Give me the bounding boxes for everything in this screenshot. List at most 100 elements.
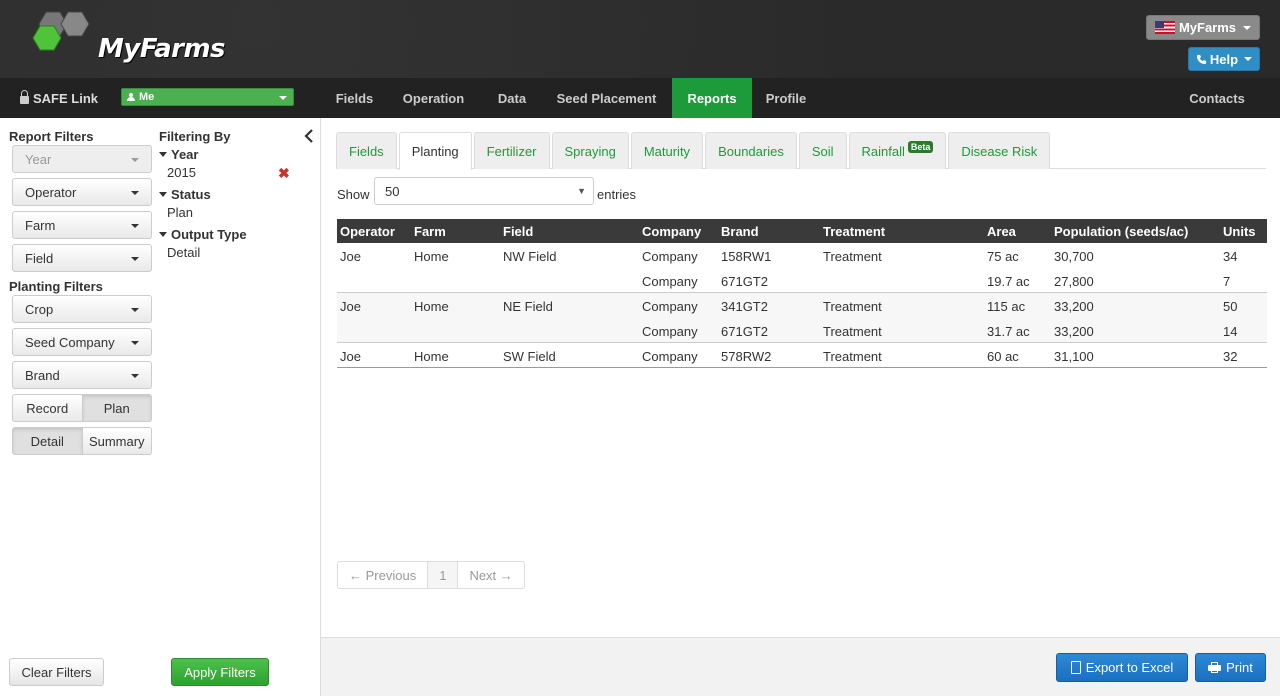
- user-select-label: Me: [139, 91, 155, 103]
- nav-item-profile[interactable]: Profile: [757, 78, 815, 118]
- tab-maturity[interactable]: Maturity: [630, 132, 704, 169]
- cell-units: 7: [1223, 274, 1231, 289]
- safe-link[interactable]: SAFE Link: [20, 78, 98, 118]
- cell-units: 14: [1223, 324, 1238, 339]
- operator-filter-dropdown[interactable]: Operator: [12, 178, 152, 206]
- record-toggle-button[interactable]: Record: [12, 394, 83, 422]
- column-header-population[interactable]: Population (seeds/ac): [1054, 224, 1188, 239]
- cell-population: 33,200: [1054, 324, 1094, 339]
- plan-toggle-button[interactable]: Plan: [82, 394, 152, 422]
- export-button-label: Export to Excel: [1085, 660, 1174, 675]
- column-header-farm[interactable]: Farm: [414, 224, 446, 239]
- print-icon: [1208, 662, 1222, 673]
- tab-spraying[interactable]: Spraying: [551, 132, 629, 169]
- chevron-down-icon: [131, 374, 139, 378]
- cell-company: Company: [642, 324, 698, 339]
- tab-fertilizer[interactable]: Fertilizer: [473, 132, 550, 169]
- page-size-select[interactable]: 50 ▼: [374, 177, 594, 205]
- lock-icon: [20, 89, 29, 104]
- column-header-company[interactable]: Company: [642, 224, 701, 239]
- app-header: MyFarms MyFarms Help: [0, 0, 1280, 78]
- account-dropdown-button[interactable]: MyFarms: [1146, 15, 1260, 40]
- column-header-field[interactable]: Field: [503, 224, 533, 239]
- column-header-area[interactable]: Area: [987, 224, 1016, 239]
- filtering-by-output-type-value: Detail: [167, 245, 201, 260]
- tab-label: Fertilizer: [486, 143, 537, 159]
- year-filter-label: Year: [25, 151, 52, 167]
- filtering-by-status[interactable]: Status: [159, 187, 211, 202]
- table-row-group: Joe Home SW Field Company 578RW2 Treatme…: [337, 343, 1267, 368]
- user-select[interactable]: Me: [121, 88, 294, 106]
- apply-filters-button[interactable]: Apply Filters: [171, 658, 269, 686]
- filter-sidebar: Report Filters Year Operator Farm Field …: [0, 118, 320, 696]
- tab-boundaries[interactable]: Boundaries: [705, 132, 797, 169]
- cell-company: Company: [642, 249, 698, 264]
- chevron-down-icon: [131, 191, 139, 195]
- next-page-button[interactable]: Next →: [458, 562, 523, 588]
- myfarms-logo[interactable]: MyFarms: [32, 10, 232, 68]
- nav-item-seed-placement[interactable]: Seed Placement: [546, 78, 667, 118]
- year-filter-dropdown[interactable]: Year: [12, 145, 152, 173]
- cell-area: 31.7 ac: [987, 324, 1030, 339]
- field-filter-dropdown[interactable]: Field: [12, 244, 152, 272]
- tab-fields[interactable]: Fields: [336, 132, 397, 169]
- nav-item-operation[interactable]: Operation: [389, 78, 478, 118]
- summary-toggle-button[interactable]: Summary: [82, 427, 152, 455]
- page-number-button[interactable]: 1: [428, 562, 459, 588]
- cell-company: Company: [642, 349, 698, 364]
- chevron-down-icon: [131, 257, 139, 261]
- table-row-group: Joe Home NE Field Company 341GT2 Treatme…: [337, 293, 1267, 343]
- report-filters-title: Report Filters: [9, 129, 94, 144]
- brand-filter-label: Brand: [25, 367, 60, 383]
- entries-label: entries: [597, 187, 637, 202]
- column-header-units[interactable]: Units: [1223, 224, 1256, 239]
- tab-planting[interactable]: Planting: [398, 132, 472, 170]
- column-header-operator[interactable]: Operator: [340, 224, 395, 239]
- caret-down-icon: [159, 152, 167, 157]
- cell-farm: Home: [414, 249, 449, 264]
- filtering-by-year-value: 2015: [167, 165, 196, 180]
- table-row: Joe Home NW Field Company 158RW1 Treatme…: [337, 243, 1267, 268]
- cell-field: SW Field: [503, 349, 556, 364]
- filtering-by-output-type[interactable]: Output Type: [159, 227, 247, 242]
- cell-brand: 158RW1: [721, 249, 772, 264]
- column-header-treatment[interactable]: Treatment: [823, 224, 885, 239]
- table-row: Company 671GT2 19.7 ac 27,800 7: [337, 268, 1267, 292]
- page-size-value: 50: [385, 183, 400, 199]
- cell-brand: 671GT2: [721, 324, 768, 339]
- table-row: Company 671GT2 Treatment 31.7 ac 33,200 …: [337, 318, 1267, 342]
- tab-label: Soil: [811, 143, 834, 159]
- tab-rainfall[interactable]: Rainfall Beta: [848, 132, 947, 169]
- tab-soil[interactable]: Soil: [798, 132, 847, 169]
- clear-filters-button[interactable]: Clear Filters: [9, 658, 104, 686]
- farm-filter-dropdown[interactable]: Farm: [12, 211, 152, 239]
- export-to-excel-button[interactable]: Export to Excel: [1056, 653, 1188, 682]
- nav-item-fields[interactable]: Fields: [322, 78, 387, 118]
- user-icon: [127, 93, 135, 101]
- filtering-by-year[interactable]: Year: [159, 147, 198, 162]
- column-header-brand[interactable]: Brand: [721, 224, 759, 239]
- nav-item-contacts[interactable]: Contacts: [1176, 78, 1258, 118]
- chevron-down-icon: [1243, 25, 1252, 30]
- detail-toggle-button[interactable]: Detail: [12, 427, 83, 455]
- previous-page-button[interactable]: ← Previous: [338, 562, 429, 588]
- planting-filters-title: Planting Filters: [9, 279, 103, 294]
- chevron-left-icon[interactable]: [304, 129, 314, 143]
- cell-population: 31,100: [1054, 349, 1094, 364]
- print-button[interactable]: Print: [1195, 653, 1266, 682]
- seed-company-filter-dropdown[interactable]: Seed Company: [12, 328, 152, 356]
- tab-disease-risk[interactable]: Disease Risk: [948, 132, 1051, 169]
- cell-population: 33,200: [1054, 299, 1094, 314]
- chevron-down-icon: [131, 308, 139, 312]
- nav-item-data[interactable]: Data: [484, 78, 540, 118]
- remove-filter-icon[interactable]: ✖: [278, 165, 290, 182]
- cell-operator: Joe: [340, 349, 361, 364]
- beta-badge: Beta: [907, 141, 934, 153]
- cell-brand: 671GT2: [721, 274, 768, 289]
- report-tabs: Fields Planting Fertilizer Spraying Matu…: [336, 132, 1052, 170]
- help-dropdown-button[interactable]: Help: [1188, 47, 1260, 71]
- caret-down-icon: [159, 192, 167, 197]
- nav-item-reports[interactable]: Reports: [672, 78, 752, 118]
- brand-filter-dropdown[interactable]: Brand: [12, 361, 152, 389]
- crop-filter-dropdown[interactable]: Crop: [12, 295, 152, 323]
